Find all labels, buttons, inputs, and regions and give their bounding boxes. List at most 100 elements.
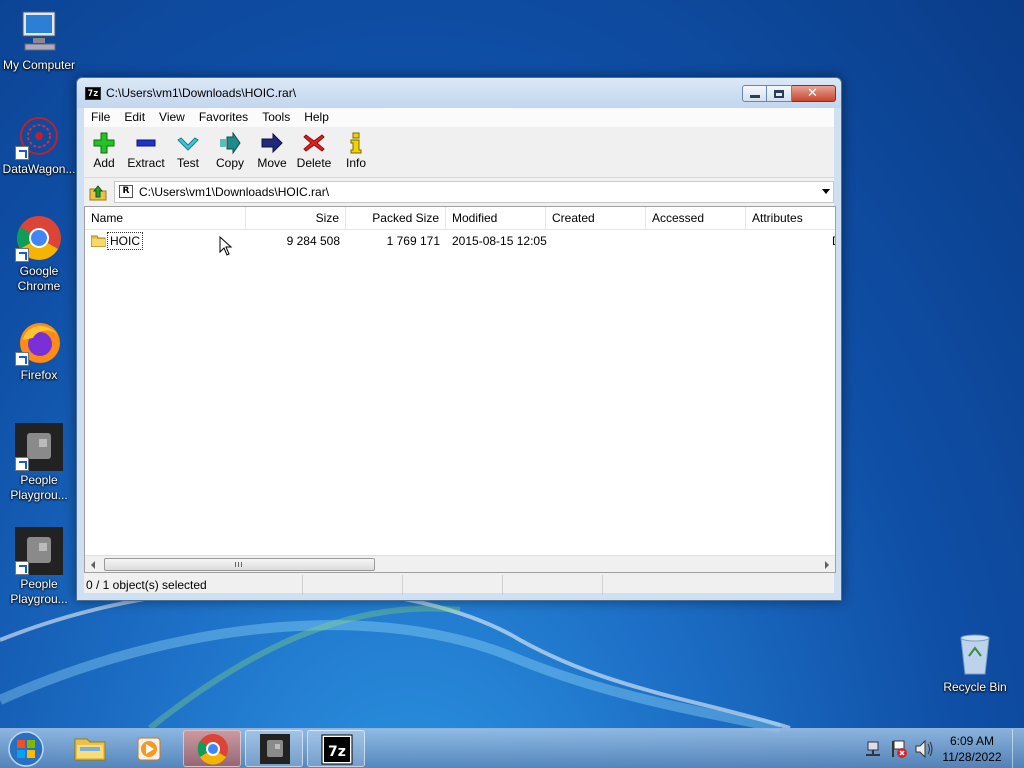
scroll-right-icon[interactable]: [825, 561, 829, 569]
column-attributes[interactable]: Attributes: [746, 207, 835, 230]
desktop-icon-my-computer[interactable]: My Computer: [0, 8, 78, 73]
shortcut-arrow-icon: [15, 457, 29, 471]
row-packed-size: 1 769 171: [386, 234, 440, 248]
add-button[interactable]: Add: [83, 132, 125, 170]
sevenzip-icon: 7z: [321, 734, 353, 765]
taskbar-explorer[interactable]: [61, 730, 119, 767]
column-created[interactable]: Created: [546, 207, 646, 230]
network-icon: [866, 741, 880, 756]
menu-help[interactable]: Help: [297, 108, 336, 127]
window-body: File Edit View Favorites Tools Help Add …: [84, 108, 836, 595]
desktop-icon-people-playground-1[interactable]: People Playgrou...: [0, 423, 78, 503]
file-list[interactable]: Name Size Packed Size Modified Created A…: [84, 206, 836, 573]
toolbar: Add Extract Test Copy Move Delete Info: [84, 128, 834, 178]
info-button[interactable]: Info: [335, 132, 377, 170]
status-cell-2: [303, 575, 403, 595]
extract-label: Extract: [127, 156, 165, 170]
row-name[interactable]: HOIC: [107, 232, 143, 250]
desktop-icon-label: My Computer: [2, 58, 76, 72]
chevron-down-icon[interactable]: [822, 189, 830, 194]
desktop-icon-label: People Playgrou...: [10, 577, 68, 606]
minimize-button[interactable]: [742, 85, 767, 102]
test-button[interactable]: Test: [167, 132, 209, 170]
desktop-icon-label: DataWagon...: [2, 162, 76, 176]
extract-button[interactable]: Extract: [125, 132, 167, 170]
add-label: Add: [93, 156, 115, 170]
row-accessed: [646, 231, 746, 251]
people-playground-icon: [260, 734, 290, 764]
menu-favorites[interactable]: Favorites: [192, 108, 255, 127]
window-titlebar[interactable]: 7z C:\Users\vm1\Downloads\HOIC.rar\ ✕: [77, 78, 841, 108]
status-cell-3: [403, 575, 503, 595]
desktop-icon-firefox[interactable]: Firefox: [0, 318, 78, 383]
desktop-icon-label: People Playgrou...: [10, 473, 68, 502]
svg-text:7z: 7z: [328, 744, 346, 760]
move-button[interactable]: Move: [251, 132, 293, 170]
desktop-icon-chrome[interactable]: Google Chrome: [0, 214, 78, 294]
status-cell-4: [503, 575, 603, 595]
info-icon: [350, 132, 362, 154]
shortcut-arrow-icon: [15, 352, 29, 366]
address-path: C:\Users\vm1\Downloads\HOIC.rar\: [139, 185, 330, 199]
recycle-bin-icon: [951, 630, 999, 678]
status-bar: 0 / 1 object(s) selected: [84, 575, 834, 595]
menu-edit[interactable]: Edit: [117, 108, 152, 127]
address-bar: R C:\Users\vm1\Downloads\HOIC.rar\: [84, 180, 834, 204]
delete-label: Delete: [296, 156, 332, 170]
computer-icon: [15, 8, 63, 56]
start-button[interactable]: [6, 730, 46, 768]
windows-logo-icon: [8, 731, 44, 767]
up-folder-button[interactable]: [88, 182, 108, 202]
grip-icon: [235, 562, 242, 567]
taskbar-media-player[interactable]: [121, 730, 179, 767]
menu-view[interactable]: View: [152, 108, 192, 127]
desktop-icon-recycle-bin[interactable]: Recycle Bin: [936, 630, 1014, 695]
taskbar-clock[interactable]: 6:09 AM 11/28/2022: [934, 733, 1010, 765]
row-created: [546, 231, 646, 251]
media-player-icon: [137, 737, 161, 761]
shortcut-arrow-icon: [15, 248, 29, 262]
taskbar-chrome[interactable]: [183, 730, 241, 767]
scroll-left-icon[interactable]: [91, 561, 95, 569]
scrollbar-thumb[interactable]: [104, 558, 375, 571]
desktop-icon-people-playground-2[interactable]: People Playgrou...: [0, 527, 78, 607]
chrome-icon: [197, 734, 228, 765]
column-accessed[interactable]: Accessed: [646, 207, 746, 230]
menu-file[interactable]: File: [84, 108, 117, 127]
folder-icon: [74, 738, 106, 761]
window-controls: ✕: [742, 85, 836, 102]
plus-icon: [93, 132, 115, 154]
clock-time: 6:09 AM: [949, 734, 995, 748]
desktop-icon-label: Google Chrome: [17, 264, 61, 293]
list-header: Name Size Packed Size Modified Created A…: [85, 207, 835, 230]
people-playground-icon: [15, 423, 63, 471]
desktop-icon-datawagon[interactable]: DataWagon...: [0, 112, 78, 177]
table-row[interactable]: HOIC 9 284 508 1 769 171 2015-08-15 12:0…: [85, 231, 835, 256]
sevenzip-app-icon: 7z: [85, 87, 101, 100]
delete-button[interactable]: Delete: [293, 132, 335, 170]
action-center-flag-icon: [892, 740, 907, 758]
row-modified: 2015-08-15 12:05: [452, 234, 547, 248]
taskbar-sevenzip[interactable]: 7z: [307, 730, 365, 767]
taskbar-people-playground[interactable]: [245, 730, 303, 767]
address-input[interactable]: R C:\Users\vm1\Downloads\HOIC.rar\: [114, 181, 834, 203]
horizontal-scrollbar[interactable]: [85, 555, 835, 572]
copy-button[interactable]: Copy: [209, 132, 251, 170]
shortcut-arrow-icon: [15, 146, 29, 160]
minus-icon: [136, 139, 156, 147]
archive-icon: R: [119, 185, 133, 198]
show-desktop-button[interactable]: [1012, 729, 1024, 768]
close-button[interactable]: ✕: [792, 85, 836, 102]
menu-tools[interactable]: Tools: [255, 108, 297, 127]
column-packed-size[interactable]: Packed Size: [346, 207, 446, 230]
taskbar: 7z 6:09 AM 11/28/2022: [0, 728, 1024, 768]
column-name[interactable]: Name: [85, 207, 246, 230]
column-size[interactable]: Size: [246, 207, 346, 230]
maximize-button[interactable]: [767, 85, 792, 102]
move-label: Move: [257, 156, 287, 170]
datawagon-icon: [15, 112, 63, 160]
column-modified[interactable]: Modified: [446, 207, 546, 230]
row-size: 9 284 508: [286, 234, 340, 248]
people-playground-icon: [15, 527, 63, 575]
check-icon: [177, 137, 199, 151]
